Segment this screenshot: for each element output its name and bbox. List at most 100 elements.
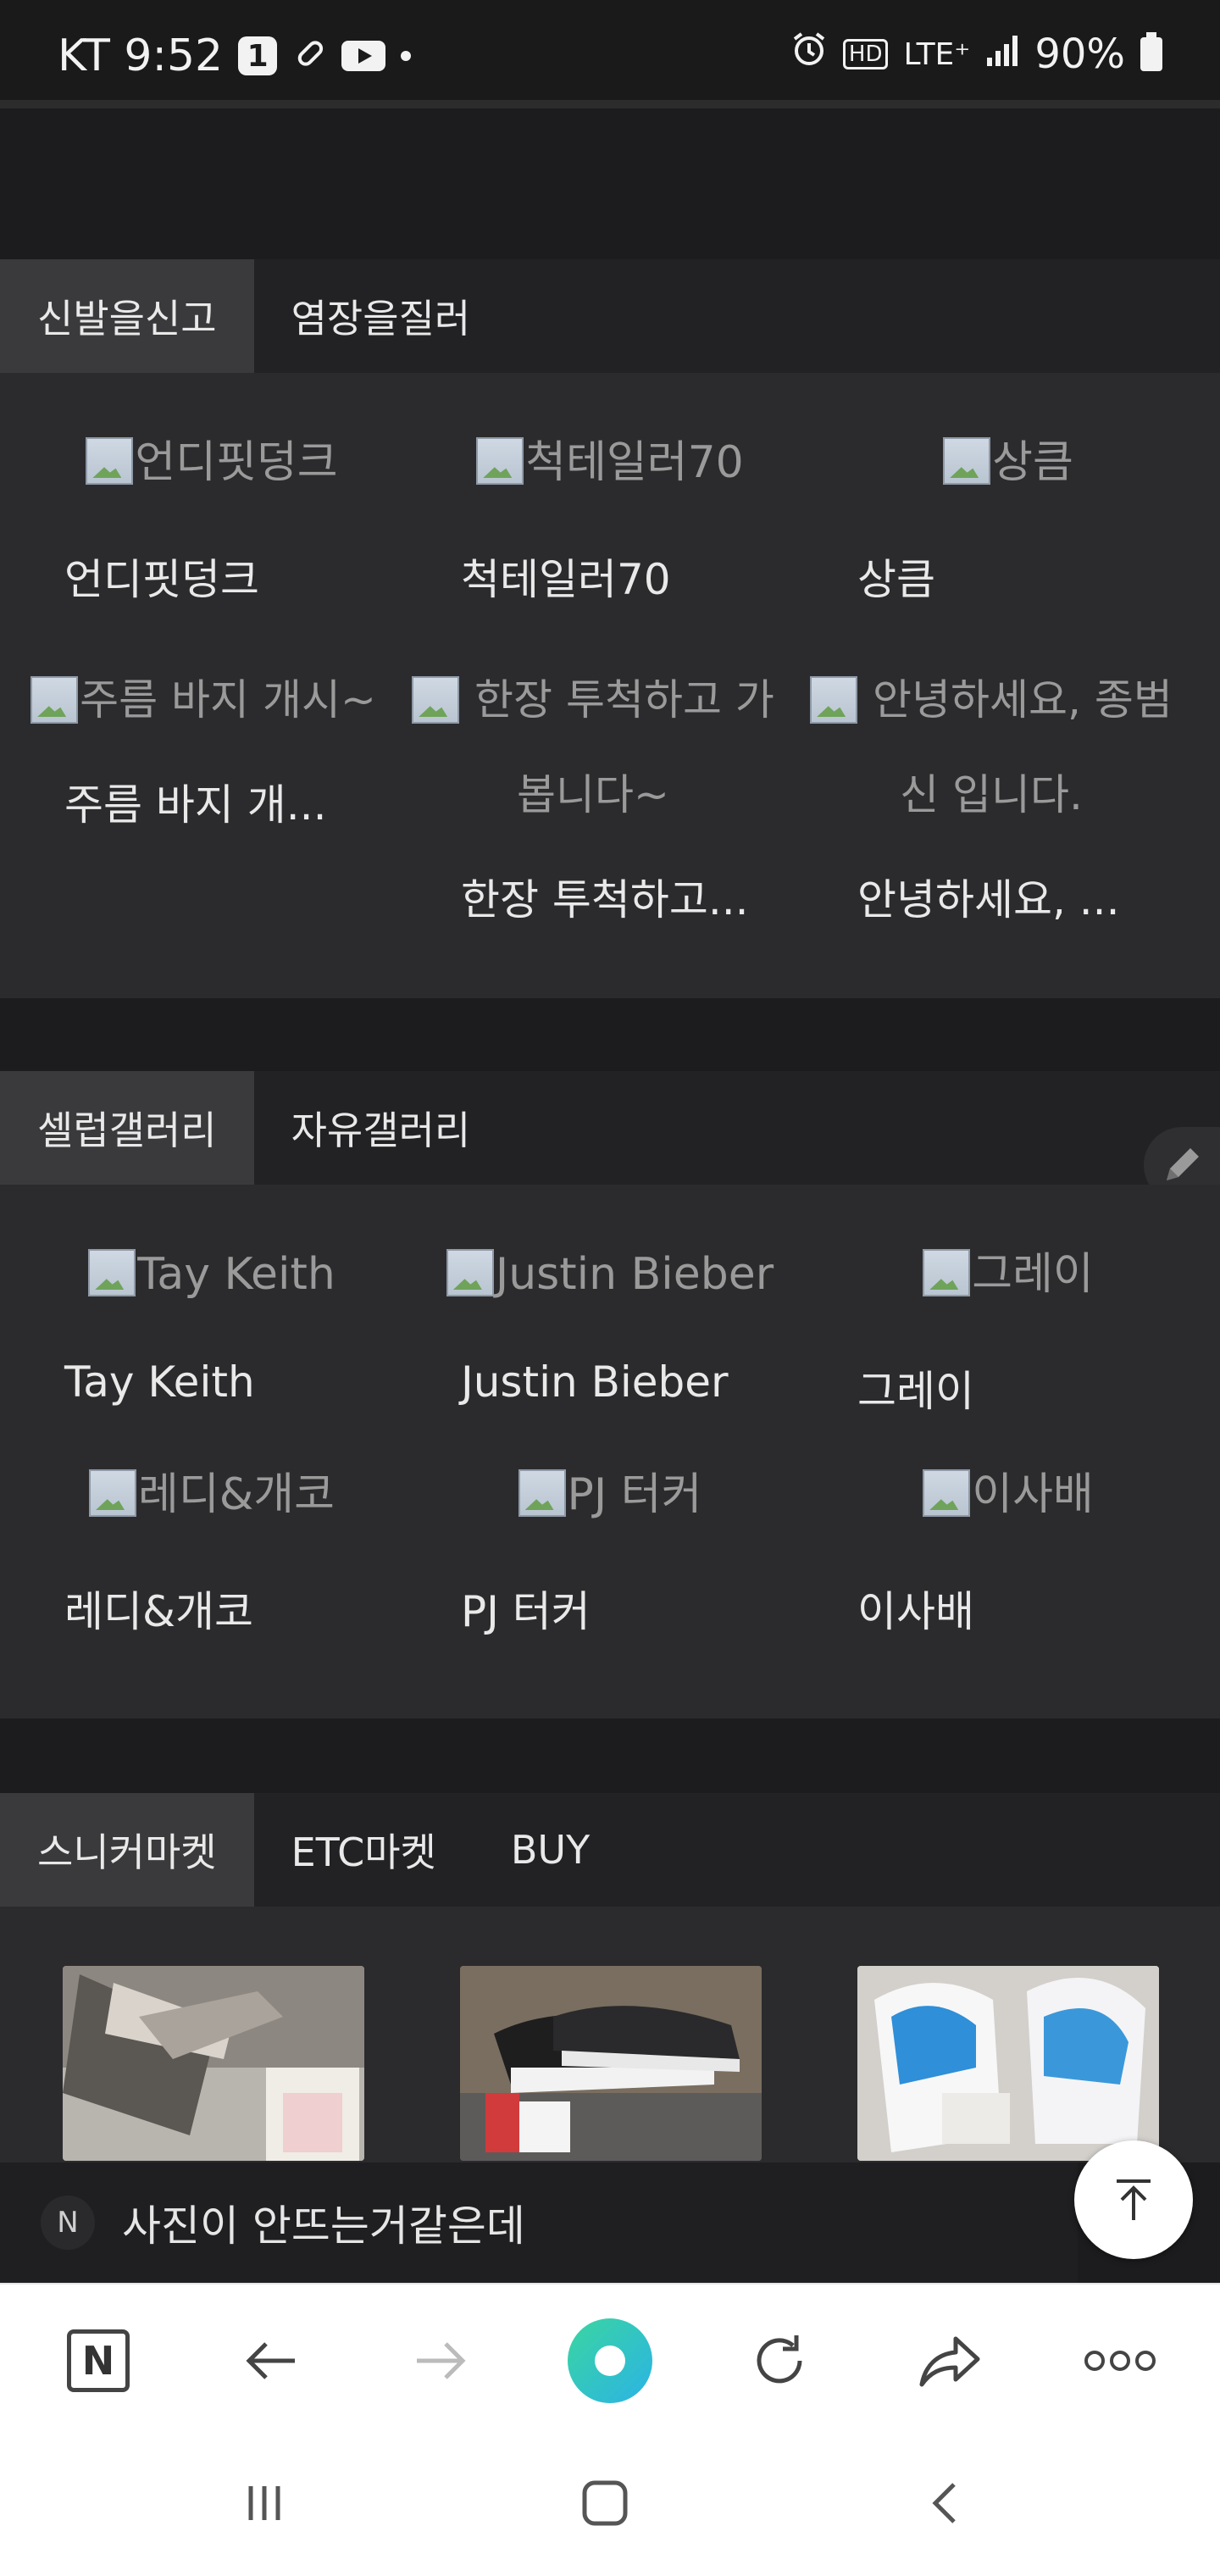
refresh-button[interactable] (737, 2318, 822, 2403)
gallery-item-caption[interactable]: Justin Bieber (461, 1357, 729, 1407)
tab-free-gallery[interactable]: 자유갤러리 (254, 1071, 508, 1185)
refresh-icon (757, 2335, 802, 2384)
image-alt-text: 이사배 (972, 1469, 1094, 1520)
gallery-item-caption[interactable]: Tay Keith (64, 1357, 255, 1407)
tab-etc-market[interactable]: ETC마켓 (254, 1793, 474, 1907)
comment-preview-text: 사진이 안뜨는거같은데 (122, 2201, 525, 2251)
image-alt-text: 레디&개코 (138, 1469, 335, 1520)
gallery-item-caption[interactable]: 그레이 (857, 1357, 974, 1418)
gallery-item-caption[interactable]: 안녕하세요, ... (857, 866, 1119, 927)
gallery-item-caption[interactable]: 상큼 (857, 546, 935, 607)
system-back-button[interactable] (903, 2461, 988, 2545)
gallery-item-caption[interactable]: 척테일러70 (461, 546, 671, 607)
broken-image-icon (476, 437, 524, 485)
gallery-item-image[interactable]: 안녕하세요, 종범 신 입니다. (805, 652, 1178, 842)
image-alt-text: 주름 바지 개시~ (80, 675, 376, 724)
broken-image-icon (923, 1469, 971, 1517)
gallery-item-image[interactable]: 상큼 (813, 432, 1203, 494)
arrow-right-icon (417, 2342, 466, 2379)
product-thumbnail[interactable] (460, 1966, 762, 2161)
share-button[interactable] (908, 2318, 993, 2403)
notification-count-badge: 1 (238, 36, 278, 75)
gallery-item-caption[interactable]: 한장 투척하고... (461, 866, 749, 927)
green-dot-button[interactable] (559, 2310, 661, 2412)
section1-gallery: 언디핏덩크 척테일러70 상큼 언디핏덩크 척테일러70 상큼 주름 바지 개시… (0, 373, 1220, 998)
broken-image-icon (30, 676, 79, 724)
image-alt-text: 봅니다~ (517, 770, 669, 819)
battery-icon (1140, 32, 1162, 71)
image-alt-text: 그레이 (972, 1249, 1094, 1300)
tab-sneaker-market[interactable]: 스니커마켓 (0, 1793, 254, 1907)
comment-preview-bar[interactable]: N 사진이 안뜨는거같은데 (0, 2162, 1078, 2283)
browser-toolbar: N (0, 2283, 1220, 2437)
section2-tabbar: 셀럽갤러리 자유갤러리 (0, 1071, 1220, 1185)
gallery-item-image[interactable]: 레디&개코 (17, 1464, 407, 1526)
status-left: KT 9:52 1 (58, 31, 412, 81)
broken-image-icon (412, 676, 460, 724)
image-alt-text: 상큼 (992, 437, 1073, 488)
arrow-left-icon (246, 2342, 295, 2379)
recent-apps-button[interactable] (222, 2461, 307, 2545)
broken-image-icon (89, 1469, 137, 1517)
shoe-photo (460, 1966, 762, 2161)
gallery-item-image[interactable]: 이사배 (813, 1464, 1203, 1526)
gallery-item-caption[interactable]: 이사배 (857, 1578, 974, 1639)
image-alt-text: Tay Keith (137, 1249, 336, 1300)
new-badge: N (41, 2196, 95, 2250)
battery-percent: 90% (1034, 31, 1125, 78)
network-type: LTE⁺ (903, 36, 971, 72)
section1-tabbar: 신발을신고 염장을질러 (0, 259, 1220, 373)
image-alt-text: 한장 투척하고 가 (474, 675, 774, 724)
gallery-item-image[interactable]: Tay Keith (17, 1244, 407, 1306)
gallery-item-caption[interactable]: 주름 바지 개... (64, 771, 326, 832)
image-alt-text: Justin Bieber (495, 1249, 774, 1300)
broken-image-icon (88, 1249, 136, 1296)
naver-home-button[interactable]: N (56, 2318, 141, 2403)
status-right: HD LTE⁺ 90% (790, 31, 1162, 78)
tab-celeb-gallery[interactable]: 셀럽갤러리 (0, 1071, 254, 1185)
header-divider (0, 100, 1220, 108)
gallery-item-caption[interactable]: 레디&개코 (64, 1578, 253, 1639)
gallery-item-image[interactable]: 언디핏덩크 (17, 432, 407, 494)
broken-image-icon (518, 1469, 566, 1517)
gallery-item-caption[interactable]: PJ 터커 (461, 1578, 591, 1639)
home-button[interactable] (563, 2461, 647, 2545)
youtube-icon (341, 41, 386, 71)
forward-button[interactable] (398, 2318, 483, 2403)
chevron-left-icon (932, 2483, 956, 2523)
gallery-item-image[interactable]: Justin Bieber (415, 1244, 805, 1306)
green-dot-icon (568, 2318, 652, 2403)
section3-tabbar: 스니커마켓 ETC마켓 BUY (0, 1793, 1220, 1907)
gallery-item-image[interactable]: PJ 터커 (415, 1464, 805, 1526)
status-bar: KT 9:52 1 HD LTE⁺ 90% (0, 0, 1220, 100)
shoe-photo (63, 1966, 364, 2161)
gallery-item-image[interactable]: 그레이 (813, 1244, 1203, 1306)
image-alt-text: 언디핏덩크 (135, 437, 338, 488)
section2-gallery: Tay Keith Justin Bieber 그레이 Tay Keith Ju… (0, 1185, 1220, 1718)
tab-envy[interactable]: 염장을질러 (254, 259, 508, 373)
more-button[interactable] (1078, 2318, 1162, 2403)
image-alt-text: 안녕하세요, 종범 (873, 675, 1173, 724)
share-arrow-icon (919, 2336, 980, 2387)
gallery-item-image[interactable]: 한장 투척하고 가 봅니다~ (407, 652, 779, 842)
gallery-item-image[interactable]: 주름 바지 개시~ (17, 652, 390, 747)
gallery-item-caption[interactable]: 언디핏덩크 (64, 546, 259, 607)
dot-icon (401, 51, 412, 61)
broken-image-icon (943, 437, 991, 485)
gallery-item-image[interactable]: 척테일러70 (415, 432, 805, 494)
tab-shoes[interactable]: 신발을신고 (0, 259, 254, 373)
pencil-icon (1167, 1148, 1199, 1180)
broken-image-icon (446, 1249, 494, 1296)
scroll-to-top-button[interactable] (1074, 2140, 1193, 2259)
arrow-up-icon (1117, 2179, 1151, 2220)
signal-icon (985, 31, 1019, 78)
system-nav-bar (0, 2435, 1220, 2576)
more-dots-icon (1084, 2351, 1156, 2371)
broken-image-icon (810, 676, 858, 724)
carrier-time: KT 9:52 (58, 31, 224, 81)
tab-buy[interactable]: BUY (474, 1793, 627, 1907)
product-thumbnail[interactable] (63, 1966, 364, 2161)
back-button[interactable] (229, 2318, 313, 2403)
product-thumbnail[interactable] (857, 1966, 1159, 2161)
naver-n-icon: N (67, 2329, 130, 2392)
